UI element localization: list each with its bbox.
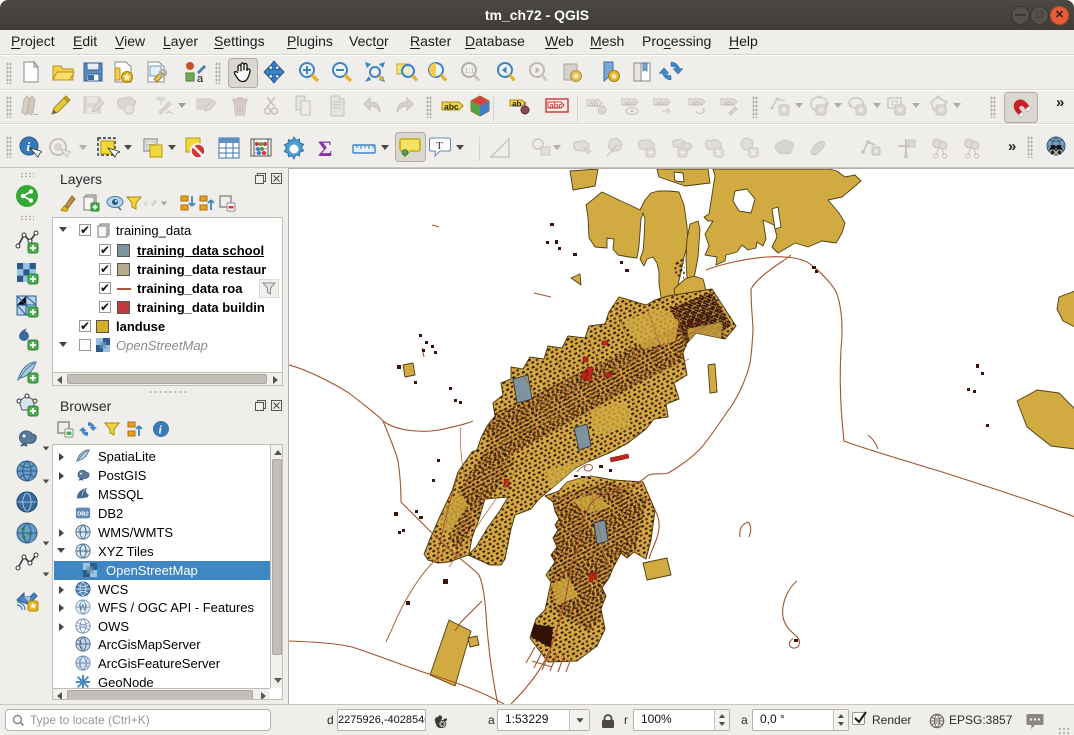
- svg-text:1:1: 1:1: [465, 68, 475, 75]
- svg-text:a: a: [197, 73, 204, 84]
- svg-text:Σ: Σ: [318, 136, 332, 160]
- svg-text:abc: abc: [723, 99, 735, 108]
- svg-text:ε: ε: [144, 197, 149, 209]
- svg-text:W: W: [79, 603, 87, 612]
- svg-text:T: T: [436, 140, 443, 152]
- svg-text:ab: ab: [512, 100, 521, 109]
- svg-text:DB2: DB2: [77, 512, 89, 518]
- svg-text:ab: ab: [589, 100, 598, 109]
- svg-text:abc: abc: [656, 99, 668, 108]
- svg-text:i: i: [27, 139, 31, 154]
- svg-text:abc: abc: [624, 99, 636, 108]
- svg-text:abc: abc: [550, 101, 563, 110]
- svg-text:abc: abc: [444, 102, 459, 112]
- svg-text:abc: abc: [691, 99, 703, 108]
